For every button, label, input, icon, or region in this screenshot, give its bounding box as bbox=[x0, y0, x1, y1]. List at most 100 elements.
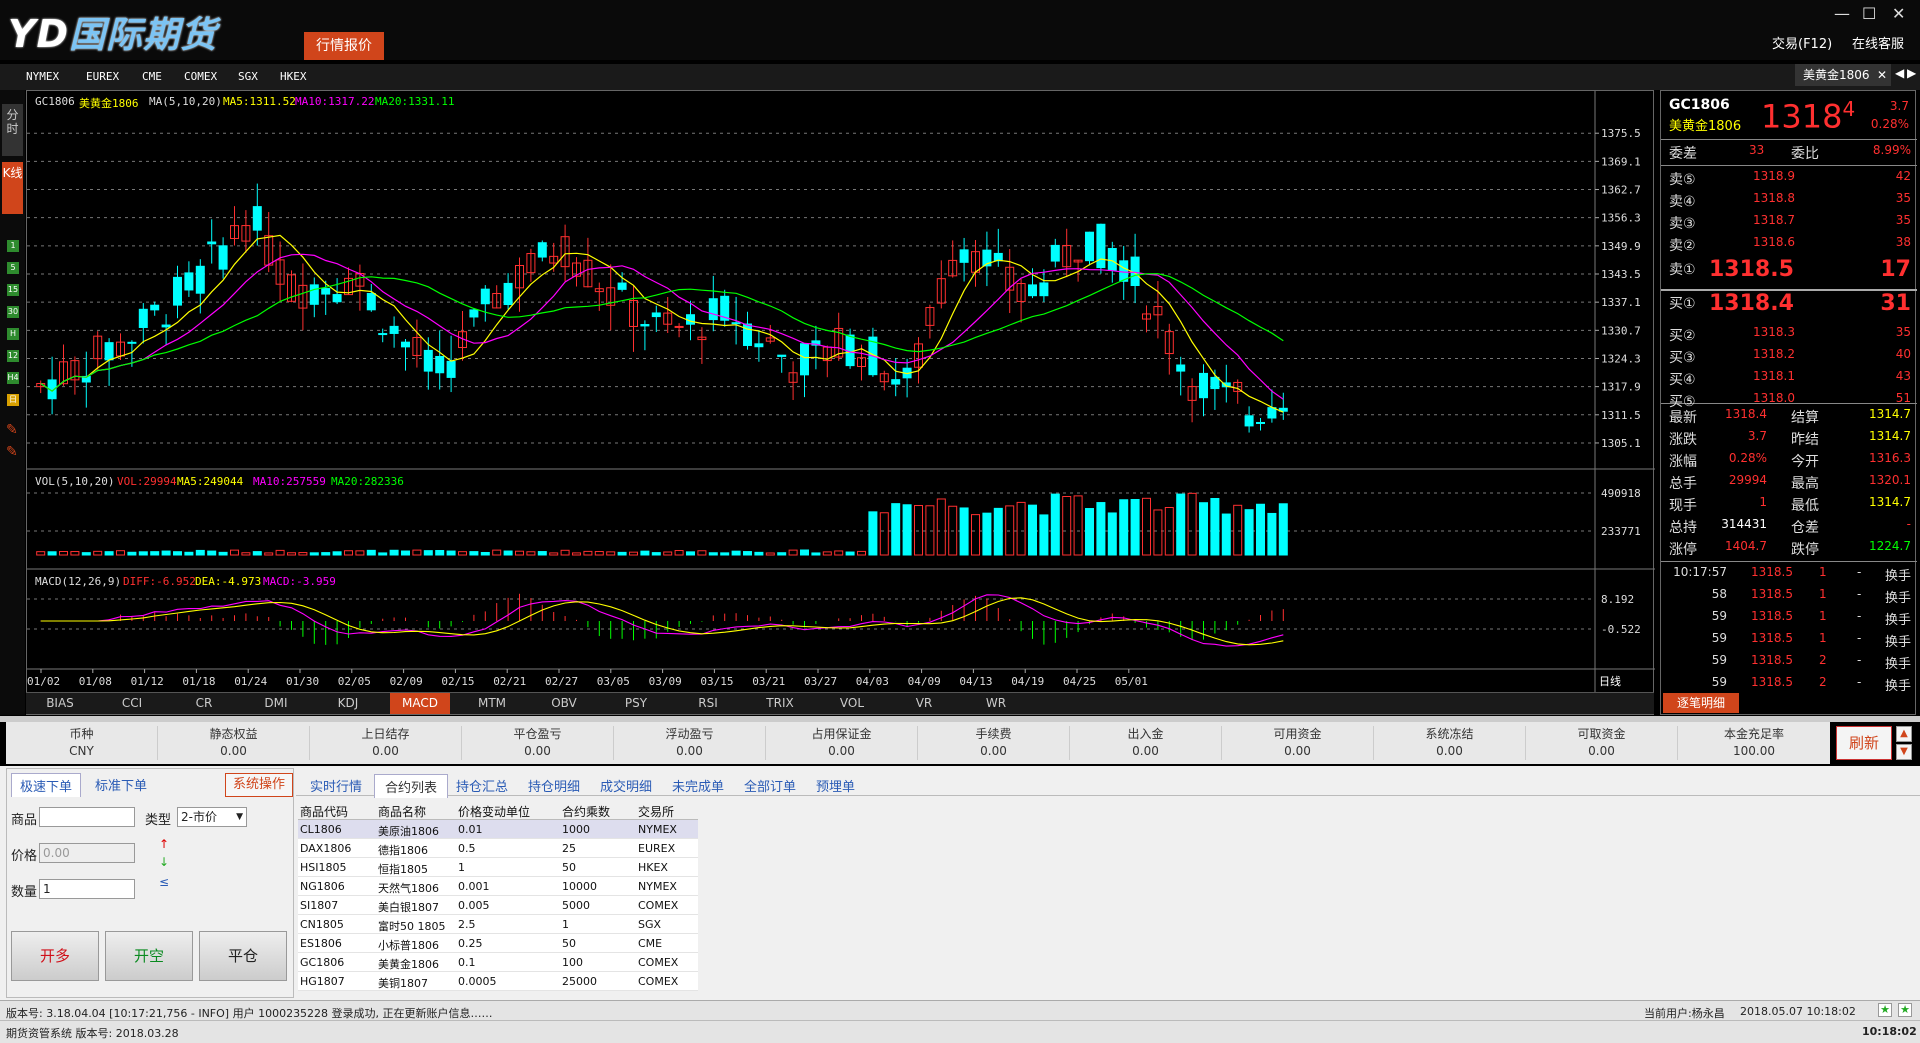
close-position-button[interactable]: 平仓 bbox=[199, 931, 287, 981]
content-tab-2[interactable]: 持仓汇总 bbox=[446, 774, 518, 797]
scroll-up-icon[interactable]: ▲ bbox=[1896, 726, 1912, 742]
macd-tick-label: -0.522 bbox=[1601, 623, 1641, 636]
indicator-tab-bias[interactable]: BIAS bbox=[30, 696, 90, 710]
period-5m[interactable]: 5 bbox=[7, 262, 19, 274]
content-tab-7[interactable]: 预埋单 bbox=[806, 774, 865, 797]
table-row[interactable]: NG1806 天然气1806 0.001 10000 NYMEX bbox=[298, 877, 698, 896]
indicator-tab-trix[interactable]: TRIX bbox=[750, 696, 810, 710]
exchange-tab[interactable]: CME bbox=[142, 70, 162, 83]
period-2h[interactable]: 12 bbox=[7, 350, 19, 362]
ask-row[interactable]: 卖⑤ 1318.9 42 bbox=[1661, 169, 1917, 191]
table-row[interactable]: ES1806 小标普1806 0.25 50 CME bbox=[298, 934, 698, 953]
draw-tool-icon[interactable]: ✎ bbox=[6, 422, 18, 438]
trade-link[interactable]: 交易(F12) bbox=[1772, 33, 1832, 52]
bid-row[interactable]: 买④ 1318.1 43 bbox=[1661, 369, 1917, 391]
draw-tool-icon[interactable]: ✎ bbox=[6, 444, 18, 460]
indicator-tab-wr[interactable]: WR bbox=[966, 696, 1026, 710]
candle-body bbox=[138, 308, 148, 328]
star-icon[interactable]: ★ bbox=[1878, 1003, 1892, 1017]
indicator-tab-dmi[interactable]: DMI bbox=[246, 696, 306, 710]
account-col: 占用保证金 0.00 bbox=[766, 726, 918, 760]
arrow-up-icon: ↑ bbox=[159, 837, 170, 851]
type-select[interactable]: 2-市价 ▼ bbox=[177, 807, 247, 827]
exchange-tab[interactable]: SGX bbox=[238, 70, 258, 83]
period-30m[interactable]: 30 bbox=[7, 306, 19, 318]
period-15m[interactable]: 15 bbox=[7, 284, 19, 296]
indicator-tab-kdj[interactable]: KDJ bbox=[318, 696, 378, 710]
bid-row[interactable]: 买② 1318.3 35 bbox=[1661, 325, 1917, 347]
period-day[interactable]: 日 bbox=[7, 394, 19, 406]
indicator-tab-vr[interactable]: VR bbox=[894, 696, 954, 710]
period-4h[interactable]: H4 bbox=[7, 372, 19, 384]
content-tab-1[interactable]: 合约列表 bbox=[374, 774, 449, 798]
refresh-button[interactable]: 刷新 bbox=[1836, 726, 1892, 760]
tab-standard-order[interactable]: 标准下单 bbox=[87, 773, 155, 796]
indicator-tab-mtm[interactable]: MTM bbox=[462, 696, 522, 710]
open-short-button[interactable]: 开空 bbox=[105, 931, 193, 981]
ask-row[interactable]: 卖④ 1318.8 35 bbox=[1661, 191, 1917, 213]
maximize-icon[interactable]: ☐ bbox=[1862, 4, 1876, 23]
indicator-tab-cr[interactable]: CR bbox=[174, 696, 234, 710]
indicator-tab-psy[interactable]: PSY bbox=[606, 696, 666, 710]
indicator-tab-macd[interactable]: MACD bbox=[390, 693, 450, 714]
arrow-right-icon[interactable]: ▶ bbox=[1907, 66, 1916, 80]
period-1h[interactable]: H bbox=[7, 328, 19, 340]
table-row[interactable]: SI1807 美白银1807 0.005 5000 COMEX bbox=[298, 896, 698, 915]
table-cell: 恒指1805 bbox=[378, 863, 428, 876]
content-tab-6[interactable]: 全部订单 bbox=[734, 774, 806, 797]
ask1-price[interactable]: 1318.5 bbox=[1709, 257, 1794, 282]
bid1-price[interactable]: 1318.4 bbox=[1709, 291, 1794, 316]
timeshare-button[interactable]: 分时 bbox=[2, 104, 23, 156]
content-tab-0[interactable]: 实时行情 bbox=[300, 774, 372, 797]
indicator-tab-obv[interactable]: OBV bbox=[534, 696, 594, 710]
indicator-tab-vol[interactable]: VOL bbox=[822, 696, 882, 710]
tab-fast-order[interactable]: 极速下单 bbox=[11, 773, 82, 797]
volume-bar bbox=[1085, 508, 1094, 556]
indicator-tab-rsi[interactable]: RSI bbox=[678, 696, 738, 710]
content-tab-5[interactable]: 未完成单 bbox=[662, 774, 734, 797]
volume-bar bbox=[104, 551, 114, 556]
star-icon[interactable]: ★ bbox=[1898, 1003, 1912, 1017]
system-operation-button[interactable]: 系统操作 bbox=[225, 773, 293, 797]
date-tick-label: 01/24 bbox=[234, 675, 267, 688]
online-service-link[interactable]: 在线客服 bbox=[1852, 33, 1904, 52]
close-icon[interactable]: ✕ bbox=[1892, 4, 1905, 23]
stat-label: 最高 bbox=[1791, 476, 1819, 492]
content-tab-4[interactable]: 成交明细 bbox=[590, 774, 662, 797]
table-cell: 天然气1806 bbox=[378, 882, 439, 895]
exchange-tab[interactable]: COMEX bbox=[184, 70, 217, 83]
ask-row[interactable]: 卖③ 1318.7 35 bbox=[1661, 213, 1917, 235]
indicator-tab-cci[interactable]: CCI bbox=[102, 696, 162, 710]
bid-volume: 43 bbox=[1895, 369, 1911, 383]
table-row[interactable]: GC1806 美黄金1806 0.1 100 COMEX bbox=[298, 953, 698, 972]
bid-row[interactable]: 买③ 1318.2 40 bbox=[1661, 347, 1917, 369]
stat-value: 0.28% bbox=[1728, 451, 1767, 465]
quote-panel: GC1806 美黄金1806 13184 3.7 0.28% 委差 33 委比 … bbox=[1660, 90, 1917, 715]
ask-label: 卖④ bbox=[1669, 194, 1696, 210]
exchange-tab[interactable]: HKEX bbox=[280, 70, 307, 83]
kline-chart[interactable]: 1375.5 1369.1 1362.7 1356.3 1349.9 1343.5 1337… bbox=[26, 90, 1655, 715]
symbol-tab[interactable]: 美黄金1806 ✕ bbox=[1795, 64, 1891, 86]
ask-row[interactable]: 卖② 1318.6 38 bbox=[1661, 235, 1917, 257]
market-quote-button[interactable]: 行情报价 bbox=[304, 32, 384, 60]
table-row[interactable]: HG1807 美铜1807 0.0005 25000 COMEX bbox=[298, 972, 698, 991]
kline-button[interactable]: K线 bbox=[2, 162, 23, 214]
table-row[interactable]: CN1805 富时50 1805 2.5 1 SGX bbox=[298, 915, 698, 934]
product-input[interactable] bbox=[39, 807, 135, 827]
table-row[interactable]: DAX1806 德指1806 0.5 25 EUREX bbox=[298, 839, 698, 858]
content-tab-3[interactable]: 持仓明细 bbox=[518, 774, 590, 797]
scroll-down-icon[interactable]: ▼ bbox=[1896, 744, 1912, 760]
table-row[interactable]: HSI1805 恒指1805 1 50 HKEX bbox=[298, 858, 698, 877]
exchange-tab[interactable]: NYMEX bbox=[26, 70, 59, 83]
open-long-button[interactable]: 开多 bbox=[11, 931, 99, 981]
bid-price: 1318.3 bbox=[1753, 325, 1795, 339]
arrow-left-icon[interactable]: ◀ bbox=[1895, 66, 1904, 80]
minimize-icon[interactable]: — bbox=[1834, 4, 1850, 23]
close-tab-icon[interactable]: ✕ bbox=[1877, 64, 1887, 86]
table-row[interactable]: CL1806 美原油1806 0.01 1000 NYMEX bbox=[298, 820, 698, 839]
quantity-stepper[interactable]: 1 bbox=[39, 879, 135, 899]
exchange-tab[interactable]: EUREX bbox=[86, 70, 119, 83]
period-1m[interactable]: 1 bbox=[7, 240, 19, 252]
table-cell: NG1806 bbox=[300, 880, 345, 893]
price-input[interactable]: 0.00 bbox=[39, 843, 135, 863]
